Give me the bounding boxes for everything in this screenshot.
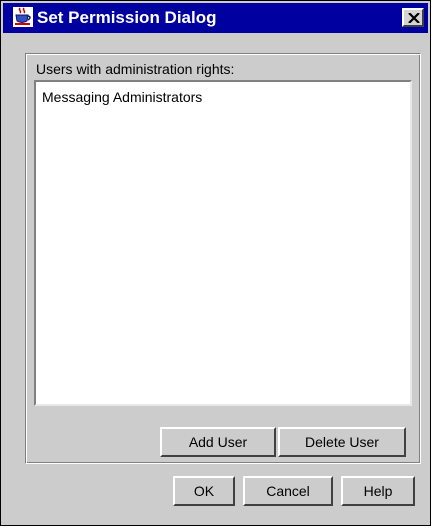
ok-button[interactable]: OK	[173, 476, 235, 506]
delete-user-button[interactable]: Delete User	[278, 427, 406, 457]
cancel-button[interactable]: Cancel	[243, 476, 333, 506]
set-permission-dialog: Set Permission Dialog Users with adminis…	[0, 0, 431, 526]
close-icon	[408, 13, 420, 23]
users-list-label: Users with administration rights:	[36, 61, 235, 77]
title-bar[interactable]: Set Permission Dialog	[3, 3, 428, 33]
help-button[interactable]: Help	[341, 476, 415, 506]
window-title: Set Permission Dialog	[37, 8, 217, 27]
close-button[interactable]	[402, 8, 424, 27]
add-user-button[interactable]: Add User	[160, 427, 276, 457]
permissions-group: Users with administration rights: Messag…	[25, 53, 421, 464]
list-item[interactable]: Messaging Administrators	[42, 88, 202, 106]
java-cup-icon	[13, 7, 33, 27]
admin-users-list[interactable]: Messaging Administrators	[34, 80, 412, 406]
